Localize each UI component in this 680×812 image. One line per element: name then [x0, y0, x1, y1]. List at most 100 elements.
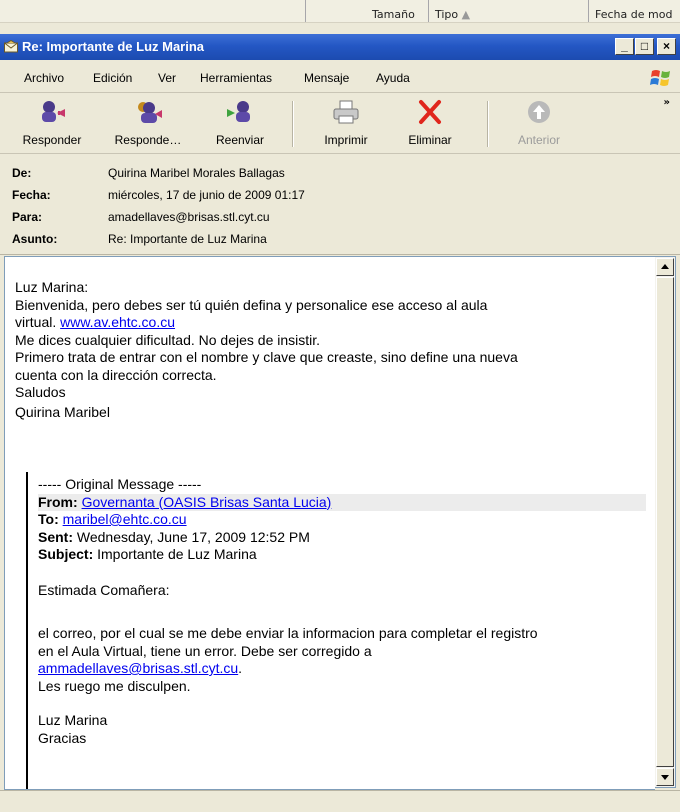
reply-icon	[42, 101, 65, 122]
menu-mensaje[interactable]: Mensaje	[304, 71, 349, 85]
quote-body-line: ammadellaves@brisas.stl.cyt.cu.	[38, 660, 646, 678]
close-icon: ×	[662, 39, 670, 53]
scroll-up-button[interactable]	[656, 258, 674, 276]
menu-edicion[interactable]: Edición	[93, 71, 132, 85]
column-size-label: Tamaño	[372, 8, 415, 21]
to-value[interactable]: amadellaves@brisas.stl.cyt.cu	[108, 210, 270, 224]
previous-button[interactable]: Anterior	[498, 93, 580, 151]
up-arrow-icon	[528, 101, 550, 123]
toolbar-separator	[487, 101, 489, 147]
maximize-icon: □	[640, 39, 649, 53]
scroll-thumb[interactable]	[656, 277, 674, 767]
from-value[interactable]: Quirina Maribel Morales Ballagas	[108, 166, 285, 180]
greeting: Luz Marina:	[15, 279, 89, 295]
delete-x-icon	[419, 100, 441, 124]
quote-subject-value: Importante de Luz Marina	[97, 546, 257, 562]
subject-row: Asunto: Re: Importante de Luz Marina	[0, 228, 680, 248]
body-line: Primero trata de entrar con el nombre y …	[15, 349, 518, 365]
scroll-down-arrow-icon	[661, 775, 669, 780]
to-row: Para: amadellaves@brisas.stl.cyt.cu	[0, 206, 680, 226]
delete-label: Eliminar	[408, 133, 452, 147]
maximize-button[interactable]: □	[635, 38, 654, 55]
delete-button[interactable]: Eliminar	[388, 93, 472, 151]
date-label: Fecha:	[12, 188, 51, 202]
quote-body-text: .	[238, 660, 243, 676]
background-column-header: Tamaño Tipo ▲ Fecha de mod	[0, 0, 680, 23]
quote-sent-value: Wednesday, June 17, 2009 12:52 PM	[76, 528, 310, 545]
column-date-label: Fecha de mod	[595, 8, 673, 21]
subject-value: Re: Importante de Luz Marina	[108, 232, 267, 246]
quote-separator: ----- Original Message -----	[38, 476, 202, 492]
quote-from-row: From: Governanta (OASIS Brisas Santa Luc…	[38, 493, 646, 511]
menu-archivo[interactable]: Archivo	[24, 71, 64, 85]
print-button[interactable]: Imprimir	[306, 93, 386, 151]
quote-sent-row: Sent: Wednesday, June 17, 2009 12:52 PM	[38, 529, 646, 547]
quote-sign-line: Gracias	[38, 729, 87, 746]
quote-from-link[interactable]: Governanta (OASIS Brisas Santa Lucia)	[82, 494, 332, 510]
quote-to-row: To: maribel@ehtc.co.cu	[38, 511, 646, 529]
sort-arrow-icon: ▲	[461, 8, 471, 21]
quote-subject-row: Subject: Importante de Luz Marina	[38, 546, 646, 564]
to-label: Para:	[12, 210, 43, 224]
column-type-label: Tipo	[435, 8, 459, 21]
quote-salutation: Estimada Comañera:	[38, 582, 170, 598]
column-date[interactable]: Fecha de mod	[588, 0, 680, 22]
reply-all-label: Responde…	[114, 133, 182, 147]
from-label: De:	[12, 166, 32, 180]
column-size[interactable]: Tamaño	[305, 0, 426, 22]
reply-all-button[interactable]: Responde…	[102, 93, 194, 151]
signature: Quirina Maribel	[15, 404, 110, 420]
column-type[interactable]: Tipo ▲	[428, 0, 584, 22]
envelope-icon	[4, 40, 18, 53]
subject-label: Asunto:	[12, 232, 58, 246]
corrected-email-link[interactable]: ammadellaves@brisas.stl.cyt.cu	[38, 660, 238, 676]
scroll-down-button[interactable]	[656, 768, 674, 786]
close-button[interactable]: ×	[657, 38, 676, 55]
scroll-up-arrow-icon	[661, 264, 669, 269]
message-body[interactable]: Luz Marina: Bienvenida, pero debes ser t…	[4, 256, 655, 790]
reply-button[interactable]: Responder	[6, 93, 98, 151]
quote-subject-label: Subject:	[38, 546, 94, 562]
previous-label: Anterior	[517, 133, 561, 147]
toolbar-separator	[292, 101, 294, 147]
body-line: cuenta con la dirección correcta.	[15, 366, 217, 383]
minimize-button[interactable]: _	[615, 38, 634, 55]
forward-button[interactable]: Reenviar	[200, 93, 280, 151]
quote-from-label: From:	[38, 493, 78, 510]
body-line: Me dices cualquier dificultad. No dejes …	[15, 331, 321, 348]
menu-ayuda[interactable]: Ayuda	[376, 71, 410, 85]
message-header: De: Quirina Maribel Morales Ballagas Fec…	[0, 154, 680, 255]
status-bar	[0, 790, 680, 812]
quote-body-line: Les ruego me disculpen.	[38, 677, 191, 694]
menu-herramientas[interactable]: Herramientas	[200, 71, 272, 85]
toolbar: Responder Responde… Reenviar Imprimir El…	[0, 93, 680, 154]
forward-icon	[227, 101, 250, 122]
body-line: Bienvenida, pero debes ser tú quién defi…	[15, 296, 488, 313]
forward-label: Reenviar	[215, 133, 265, 147]
from-row: De: Quirina Maribel Morales Ballagas	[0, 162, 680, 182]
quote-body-line: en el Aula Virtual, tiene un error. Debe…	[38, 642, 372, 659]
quoted-message: ----- Original Message ----- From: Gover…	[26, 472, 646, 789]
menu-ver[interactable]: Ver	[158, 71, 176, 85]
windows-logo-icon	[650, 70, 670, 86]
quote-to-label: To:	[38, 511, 59, 527]
quote-to-link[interactable]: maribel@ehtc.co.cu	[63, 511, 187, 527]
menu-bar: Archivo Edición Ver Herramientas Mensaje…	[0, 62, 680, 93]
quote-sent-label: Sent:	[38, 528, 73, 545]
print-label: Imprimir	[324, 133, 368, 147]
reply-all-icon	[138, 102, 162, 123]
date-value: miércoles, 17 de junio de 2009 01:17	[108, 188, 305, 202]
quote-body-line: el correo, por el cual se me debe enviar…	[38, 625, 538, 641]
title-bar[interactable]: Re: Importante de Luz Marina _ □ ×	[0, 34, 680, 60]
date-row: Fecha: miércoles, 17 de junio de 2009 01…	[0, 184, 680, 204]
quote-sign-line: Luz Marina	[38, 712, 108, 728]
minimize-icon: _	[621, 39, 628, 53]
body-line: virtual. www.av.ehtc.co.cu	[15, 314, 647, 332]
closing: Saludos	[15, 384, 66, 400]
toolbar-overflow-chevron[interactable]: »	[664, 97, 670, 108]
vertical-scrollbar[interactable]	[655, 256, 676, 788]
body-text: virtual.	[15, 314, 61, 330]
reply-label: Responder	[22, 133, 82, 147]
aula-virtual-link[interactable]: www.av.ehtc.co.cu	[60, 314, 175, 330]
window-title: Re: Importante de Luz Marina	[22, 39, 205, 54]
